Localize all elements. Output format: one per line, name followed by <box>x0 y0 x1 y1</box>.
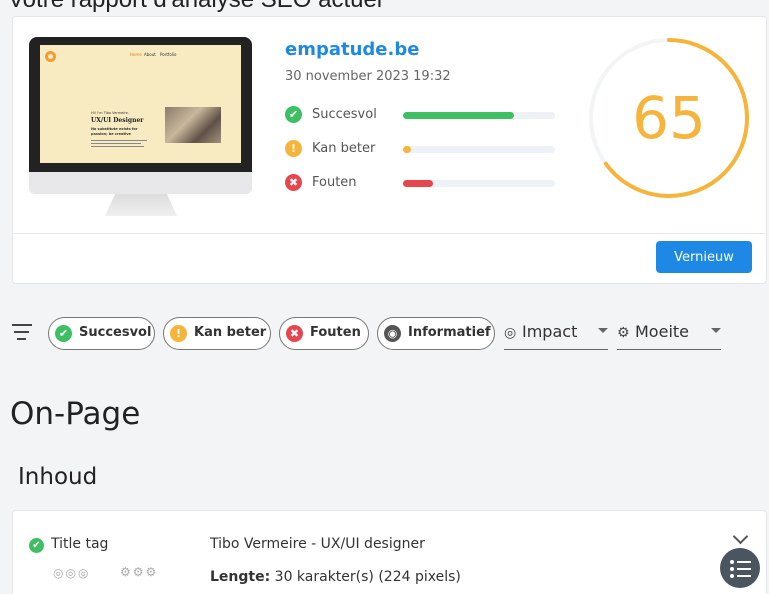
warning-circle-icon: ! <box>170 325 187 342</box>
filter-chip-informatief[interactable]: ◉ Informatief <box>377 317 495 350</box>
filter-icon[interactable] <box>12 323 32 341</box>
metric-label: Succesvol <box>312 107 377 122</box>
check-circle-icon: ✔ <box>285 106 302 123</box>
eye-circle-icon: ◉ <box>384 325 401 342</box>
check-name: Title tag <box>51 536 109 552</box>
monitor-stand <box>105 194 177 216</box>
page-heading-cut: Votre rapport d'analyse SEO actuel <box>8 0 382 14</box>
error-circle-icon: ✖ <box>286 325 303 342</box>
metric-kan-beter: ! Kan beter <box>285 139 560 159</box>
preview-hero-title: UX/UI Designer <box>91 117 144 124</box>
metric-bar-fill <box>403 180 434 187</box>
metric-succesvol: ✔ Succesvol <box>285 105 560 125</box>
section-title: On-Page <box>10 396 141 432</box>
impact-rating-icons: ◎◎◎ <box>53 566 91 580</box>
check-value: Tibo Vermeire - UX/UI designer <box>210 536 425 552</box>
preview-hero-small: Hi! I'm Tibo Vermeire. <box>91 111 129 115</box>
impact-dropdown[interactable]: ◎ Impact <box>504 318 608 350</box>
impact-label: Impact <box>522 322 578 341</box>
metric-bar-fill <box>403 146 411 153</box>
check-circle-icon: ✔ <box>29 538 44 553</box>
error-circle-icon: ✖ <box>285 174 302 191</box>
effort-rating-icons: ⚙⚙⚙ <box>120 565 159 579</box>
toc-fab-button[interactable] <box>720 548 760 588</box>
chip-label: Fouten <box>310 325 361 340</box>
effort-dropdown[interactable]: ⚙ Moeite <box>617 318 721 350</box>
preview-nav-about: About <box>144 52 156 57</box>
length-value: 30 karakter(s) (224 pixels) <box>274 569 461 585</box>
report-date: 30 november 2023 19:32 <box>285 69 451 84</box>
check-row-title-tag[interactable]: ✔ Title tag ◎◎◎ ⚙⚙⚙ Tibo Vermeire - UX/U… <box>12 510 767 594</box>
score-gauge: 65 <box>586 35 752 201</box>
preview-hero-quote: No substitute exists for passion; be cre… <box>91 127 138 136</box>
chevron-down-icon <box>598 328 608 333</box>
chip-label: Kan beter <box>194 325 267 340</box>
refresh-button[interactable]: Vernieuw <box>656 241 752 273</box>
chip-label: Informatief <box>408 325 491 340</box>
preview-nav-portfolio: Portfolio <box>160 52 177 57</box>
metric-label: Fouten <box>312 175 357 190</box>
filter-chip-succesvol[interactable]: ✔ Succesvol <box>48 317 155 350</box>
metric-fouten: ✖ Fouten <box>285 173 560 193</box>
check-length: Lengte: 30 karakter(s) (224 pixels) <box>210 569 461 585</box>
preview-profile-photo <box>165 107 221 143</box>
metric-label: Kan beter <box>312 141 376 156</box>
gear-icon: ⚙ <box>617 325 630 341</box>
score-value: 65 <box>632 84 706 152</box>
chip-label: Succesvol <box>79 325 152 340</box>
site-screenshot: Home About Portfolio Hi! I'm Tibo Vermei… <box>40 45 241 163</box>
length-label: Lengte: <box>210 569 271 585</box>
site-logo-icon <box>45 51 56 62</box>
effort-label: Moeite <box>635 322 689 341</box>
chevron-down-icon <box>711 328 721 333</box>
subsection-title: Inhoud <box>18 464 98 490</box>
preview-nav-home: Home <box>130 52 142 57</box>
report-card: Home About Portfolio Hi! I'm Tibo Vermei… <box>12 16 767 284</box>
metric-bar <box>403 180 555 187</box>
site-url-link[interactable]: empatude.be <box>285 39 419 60</box>
check-circle-icon: ✔ <box>55 325 72 342</box>
target-icon: ◎ <box>504 325 517 341</box>
warning-circle-icon: ! <box>285 140 302 157</box>
metric-bar <box>403 146 555 153</box>
chevron-down-icon[interactable] <box>732 528 749 545</box>
filter-chip-kan-beter[interactable]: ! Kan beter <box>163 317 271 350</box>
metric-bar-fill <box>403 112 514 119</box>
site-preview-monitor: Home About Portfolio Hi! I'm Tibo Vermei… <box>29 37 252 217</box>
metric-bar <box>403 112 555 119</box>
filter-chip-fouten[interactable]: ✖ Fouten <box>279 317 369 350</box>
